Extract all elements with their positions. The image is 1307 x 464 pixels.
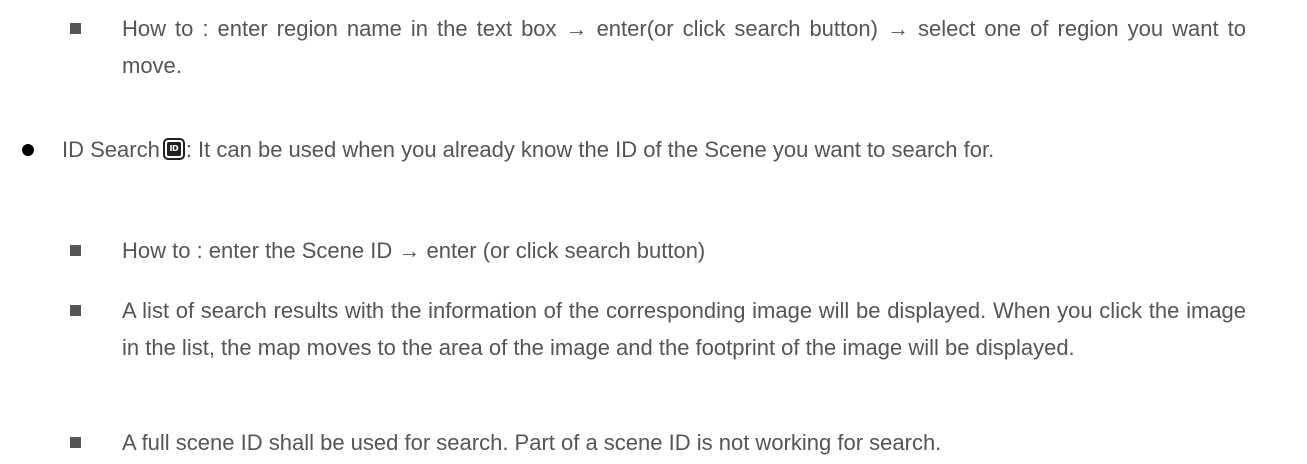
region-search-howto: How to : enter region name in the text b… [122,10,1246,84]
id-search-item-howto-text: How to : enter the Scene ID → enter (or … [122,238,706,263]
square-bullet-icon [70,305,81,316]
region-search-howto-text: How to : enter region name in the text b… [122,16,1246,78]
square-bullet-icon [70,437,81,448]
id-search-item-howto: How to : enter the Scene ID → enter (or … [122,232,1246,269]
id-search-item-full-id: A full scene ID shall be used for search… [122,424,1246,461]
id-search-item-results-text: A list of search results with the inform… [122,298,1246,360]
id-search-item-results: A list of search results with the inform… [122,292,1246,366]
id-search-paragraph: ID Search ID: It can be used when you alr… [62,131,1246,168]
id-search-title: ID Search [62,137,160,162]
id-search-description: : It can be used when you already know t… [185,137,995,162]
document-page: How to : enter region name in the text b… [0,0,1307,464]
square-bullet-icon [70,245,81,256]
id-search-icon: ID [162,138,185,160]
id-search-item-full-id-text: A full scene ID shall be used for search… [122,430,942,455]
square-bullet-icon [70,23,81,34]
id-search-section: ID Search ID: It can be used when you alr… [62,131,1246,168]
round-bullet-icon [22,144,34,156]
